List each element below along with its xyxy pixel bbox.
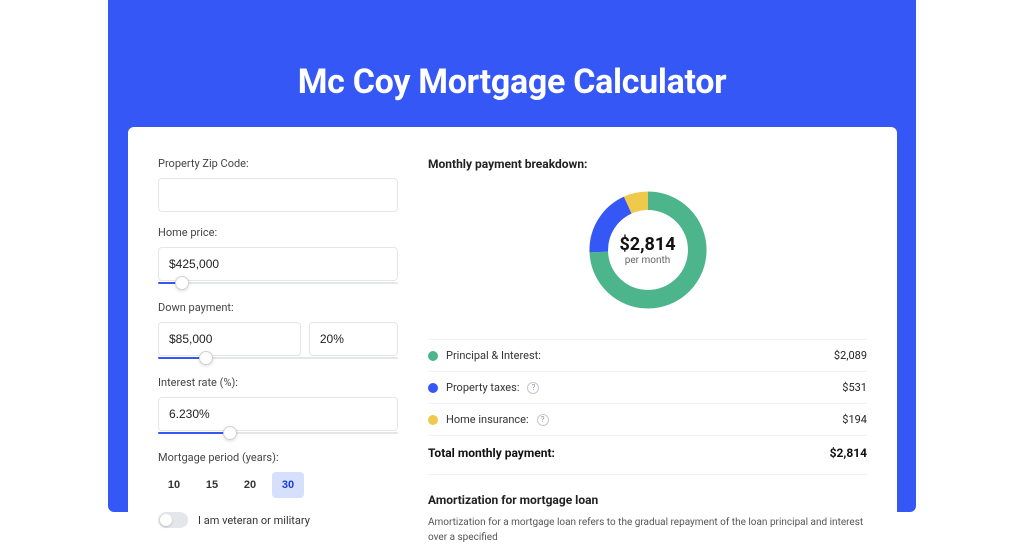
home-price-slider[interactable] bbox=[158, 279, 398, 287]
veteran-row: I am veteran or military bbox=[158, 512, 398, 528]
legend-swatch bbox=[428, 351, 438, 361]
legend-swatch bbox=[428, 383, 438, 393]
donut-chart: $2,814 per month bbox=[428, 185, 867, 315]
legend-label: Principal & Interest: bbox=[446, 349, 541, 362]
field-interest: Interest rate (%): bbox=[158, 376, 398, 437]
total-value: $2,814 bbox=[830, 446, 867, 460]
legend-label: Property taxes: bbox=[446, 381, 519, 394]
slider-thumb[interactable] bbox=[199, 351, 213, 365]
amortization-heading: Amortization for mortgage loan bbox=[428, 493, 867, 507]
donut-sublabel: per month bbox=[625, 255, 671, 266]
slider-thumb[interactable] bbox=[223, 426, 237, 440]
period-label: Mortgage period (years): bbox=[158, 451, 398, 464]
total-label: Total monthly payment: bbox=[428, 446, 555, 460]
legend-row: Home insurance:? $194 bbox=[428, 403, 867, 436]
info-icon[interactable]: ? bbox=[537, 414, 549, 426]
legend-swatch bbox=[428, 415, 438, 425]
period-option-10[interactable]: 10 bbox=[158, 472, 190, 498]
home-price-label: Home price: bbox=[158, 226, 398, 239]
legend-value: $2,089 bbox=[834, 349, 867, 362]
total-row: Total monthly payment: $2,814 bbox=[428, 436, 867, 475]
form-column: Property Zip Code: Home price: Down paym… bbox=[158, 157, 398, 527]
field-home-price: Home price: bbox=[158, 226, 398, 287]
field-period: Mortgage period (years): 10152030 bbox=[158, 451, 398, 498]
zip-label: Property Zip Code: bbox=[158, 157, 398, 170]
down-payment-slider[interactable] bbox=[158, 354, 398, 362]
down-payment-percent-input[interactable] bbox=[309, 322, 398, 356]
page-title: Mc Coy Mortgage Calculator bbox=[108, 62, 916, 102]
calculator-panel: Property Zip Code: Home price: Down paym… bbox=[128, 127, 897, 527]
field-down-payment: Down payment: bbox=[158, 301, 398, 362]
down-payment-amount-input[interactable] bbox=[158, 322, 301, 356]
breakdown-heading: Monthly payment breakdown: bbox=[428, 157, 867, 171]
amortization-text: Amortization for a mortgage loan refers … bbox=[428, 515, 867, 545]
donut-value: $2,814 bbox=[619, 234, 675, 255]
down-payment-label: Down payment: bbox=[158, 301, 398, 314]
zip-input[interactable] bbox=[158, 178, 398, 212]
legend-value: $194 bbox=[842, 413, 867, 426]
legend-value: $531 bbox=[842, 381, 867, 394]
legend-label: Home insurance: bbox=[446, 413, 529, 426]
interest-input[interactable] bbox=[158, 397, 398, 431]
amortization-section: Amortization for mortgage loan Amortizat… bbox=[428, 493, 867, 545]
interest-label: Interest rate (%): bbox=[158, 376, 398, 389]
slider-thumb[interactable] bbox=[175, 276, 189, 290]
veteran-toggle[interactable] bbox=[158, 512, 188, 528]
field-zip: Property Zip Code: bbox=[158, 157, 398, 212]
breakdown-column: Monthly payment breakdown: $2,814 per mo… bbox=[428, 157, 867, 527]
home-price-input[interactable] bbox=[158, 247, 398, 281]
interest-slider[interactable] bbox=[158, 429, 398, 437]
period-option-30[interactable]: 30 bbox=[272, 472, 304, 498]
veteran-label: I am veteran or military bbox=[198, 514, 310, 527]
period-option-15[interactable]: 15 bbox=[196, 472, 228, 498]
legend-row: Property taxes:? $531 bbox=[428, 371, 867, 403]
legend-row: Principal & Interest: $2,089 bbox=[428, 339, 867, 371]
info-icon[interactable]: ? bbox=[527, 382, 539, 394]
period-option-20[interactable]: 20 bbox=[234, 472, 266, 498]
